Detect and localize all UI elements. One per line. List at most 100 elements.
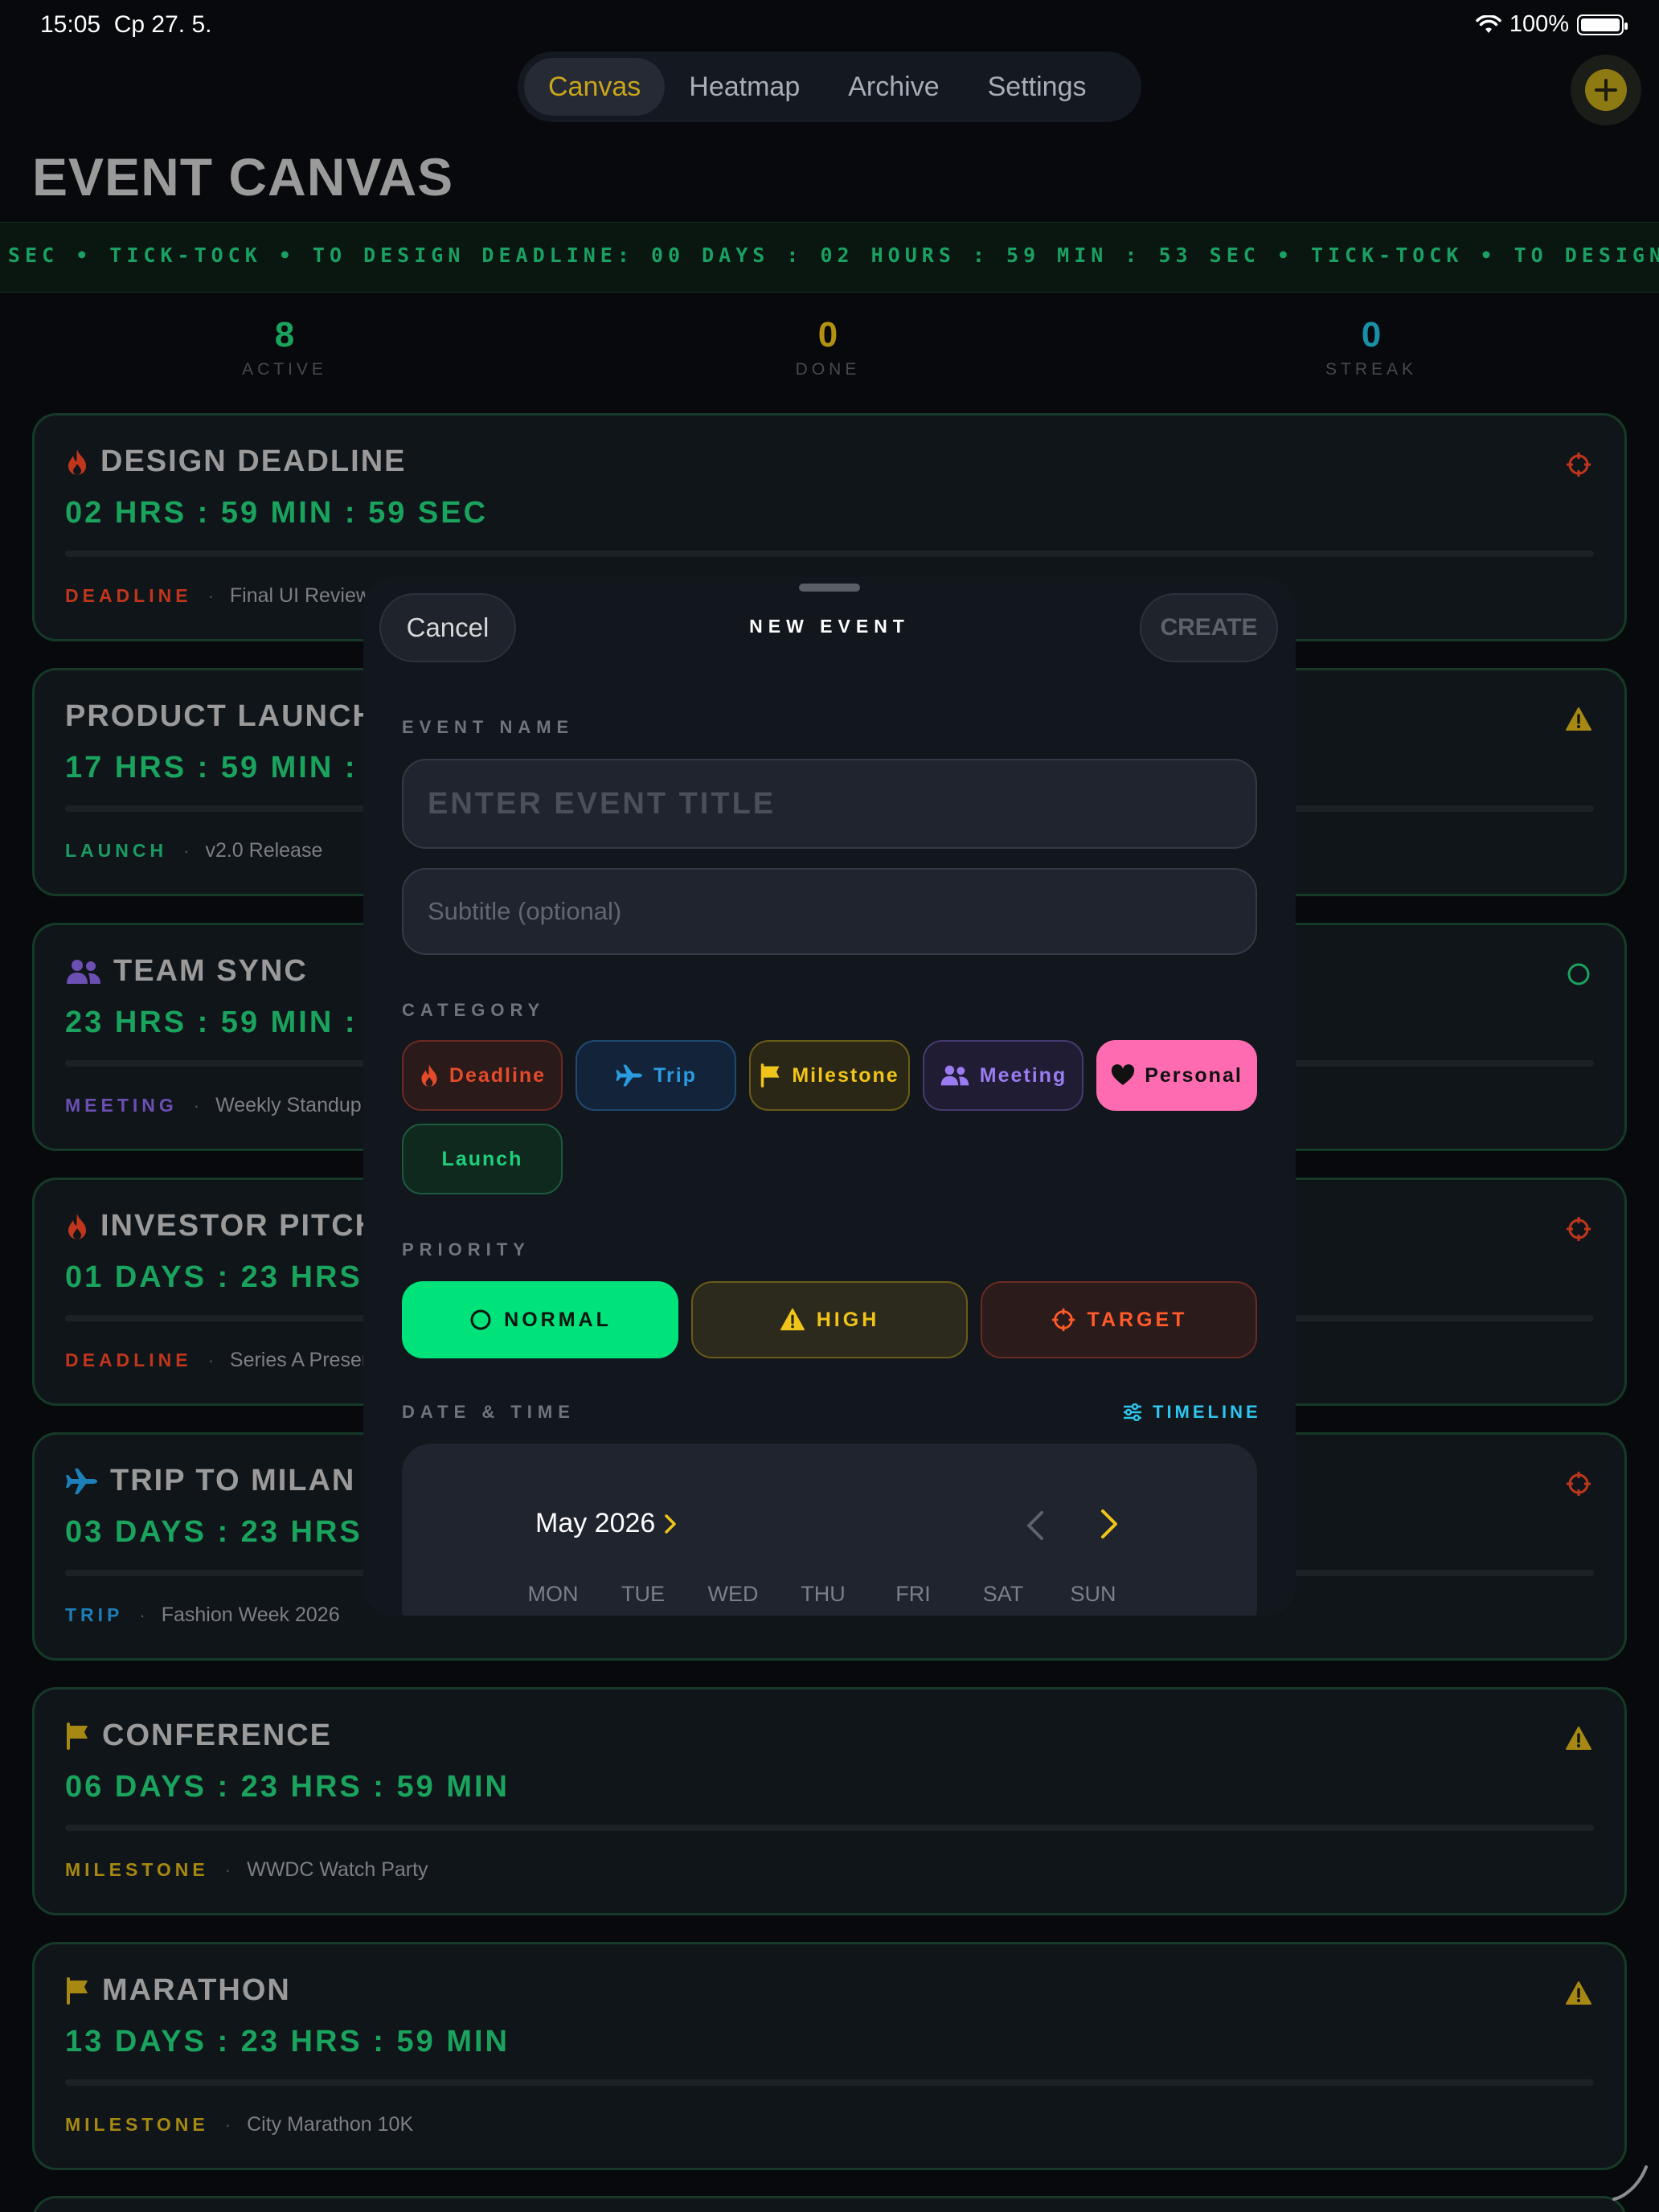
chip-label: Trip: [653, 1063, 697, 1087]
target-icon: [1051, 1308, 1075, 1332]
people-icon: [67, 959, 100, 984]
stat-active: 8 ACTIVE: [164, 315, 405, 379]
flag-icon: [761, 1063, 780, 1088]
stat-streak-value: 0: [1361, 315, 1382, 354]
event-title: CONFERENCE: [102, 1718, 333, 1752]
event-title-input[interactable]: ENTER EVENT TITLE: [402, 759, 1257, 849]
warning-icon: [780, 1308, 805, 1331]
event-category: MILESTONE: [65, 1859, 209, 1880]
countdown-ticker: SEC • TICK-TOCK • TO DESIGN DEADLINE: 00…: [0, 222, 1659, 293]
stat-done-value: 0: [817, 315, 838, 354]
event-subtitle-input[interactable]: Subtitle (optional): [402, 868, 1257, 955]
next-month-button[interactable]: [1098, 1508, 1120, 1544]
chip-label: Personal: [1145, 1063, 1243, 1087]
tab-canvas[interactable]: Canvas: [524, 58, 666, 116]
page-title: EVENT CANVAS: [32, 147, 454, 207]
month-selector[interactable]: May 2026: [535, 1508, 678, 1539]
event-category: MEETING: [65, 1095, 178, 1116]
event-card[interactable]: CONFERENCE 06 DAYS : 23 HRS : 59 MIN MIL…: [32, 1687, 1627, 1915]
event-name-label: EVENT NAME: [402, 717, 575, 737]
event-title: TRIP TO MILAN: [110, 1464, 356, 1497]
tab-heatmap[interactable]: Heatmap: [665, 58, 824, 116]
separator-dot: ·: [193, 1095, 200, 1116]
category-chip-deadline[interactable]: Deadline: [402, 1040, 563, 1111]
stat-streak-label: STREAK: [1325, 360, 1418, 379]
airplane-icon: [616, 1064, 642, 1087]
flag-icon: [67, 1722, 88, 1750]
weekday-label: SAT: [982, 1582, 1024, 1606]
event-subtitle: WWDC Watch Party: [247, 1858, 428, 1881]
flame-icon: [421, 1064, 437, 1087]
tab-archive[interactable]: Archive: [824, 58, 963, 116]
category-chip-trip[interactable]: Trip: [576, 1040, 736, 1111]
event-title: INVESTOR PITCH: [100, 1209, 379, 1243]
event-card[interactable]: MARATHON 13 DAYS : 23 HRS : 59 MIN MILES…: [32, 1942, 1627, 2170]
event-category: DEADLINE: [65, 1350, 192, 1370]
date-time-label: DATE & TIME: [402, 1402, 576, 1422]
priority-warning-icon: [1563, 1723, 1594, 1754]
battery-icon: [1577, 14, 1628, 35]
separator-dot: ·: [224, 2114, 231, 2135]
event-category: DEADLINE: [65, 585, 192, 606]
priority-label: PRIORITY: [402, 1239, 530, 1260]
stat-active-value: 8: [274, 315, 295, 354]
status-bar: 15:05 Cp 27. 5. 100%: [0, 0, 1659, 51]
category-chip-milestone[interactable]: Milestone: [749, 1040, 910, 1111]
priority-circle-icon: [1563, 959, 1594, 989]
event-subtitle: Weekly Standup: [215, 1094, 362, 1116]
top-tab-bar: Canvas Heatmap Archive Settings: [518, 51, 1141, 122]
priority-warning-icon: [1563, 704, 1594, 735]
chip-label: Milestone: [792, 1063, 899, 1087]
priority-warning-icon: [1563, 1978, 1594, 2009]
event-progress: [65, 2079, 1594, 2086]
event-subtitle: v2.0 Release: [205, 839, 323, 862]
stat-done: 0 DONE: [707, 315, 948, 379]
create-button[interactable]: CREATE: [1140, 593, 1278, 662]
event-subtitle: Final UI Review: [229, 584, 371, 607]
month-label: May 2026: [535, 1508, 656, 1538]
category-chip-meeting[interactable]: Meeting: [923, 1040, 1083, 1111]
priority-button-label: HIGH: [816, 1308, 880, 1331]
airplane-icon: [66, 1468, 97, 1494]
separator-dot: ·: [139, 1604, 145, 1625]
event-progress: [65, 1825, 1594, 1831]
plus-icon: [1595, 79, 1617, 101]
priority-button-label: TARGET: [1087, 1308, 1188, 1331]
event-subtitle: City Marathon 10K: [247, 2113, 414, 2136]
event-card-partial[interactable]: [32, 2196, 1627, 2212]
event-timer: 02 HRS : 59 MIN : 59 SEC: [65, 496, 489, 530]
battery-percent: 100%: [1509, 11, 1569, 37]
flame-icon: [68, 1213, 86, 1239]
weekday-label: SUN: [1070, 1582, 1116, 1606]
separator-dot: ·: [183, 840, 190, 861]
heart-icon: [1112, 1064, 1135, 1085]
new-event-sheet: Cancel NEW EVENT CREATE EVENT NAME ENTER…: [363, 577, 1296, 1616]
stat-streak: 0 STREAK: [1251, 315, 1492, 379]
weekday-label: THU: [801, 1582, 846, 1606]
previous-month-button[interactable]: [1024, 1509, 1047, 1546]
event-subtitle: Fashion Week 2026: [161, 1604, 340, 1626]
priority-target-icon: [1563, 1214, 1594, 1244]
circle-icon: [470, 1309, 491, 1330]
priority-normal-button[interactable]: NORMAL: [402, 1281, 678, 1358]
event-category: LAUNCH: [65, 840, 168, 861]
timeline-button[interactable]: TIMELINE: [1122, 1402, 1261, 1423]
priority-target-button[interactable]: TARGET: [981, 1281, 1257, 1358]
weekday-label: TUE: [621, 1582, 665, 1606]
event-category: TRIP: [65, 1604, 124, 1625]
event-timer: 06 DAYS : 23 HRS : 59 MIN: [65, 1770, 510, 1804]
flame-icon: [68, 449, 86, 475]
resize-handle-icon[interactable]: [1606, 2159, 1651, 2204]
event-timer: 13 DAYS : 23 HRS : 59 MIN: [65, 2025, 510, 2058]
category-label: CATEGORY: [402, 1000, 546, 1020]
event-title: DESIGN DEADLINE: [100, 444, 407, 478]
tab-settings[interactable]: Settings: [964, 58, 1111, 116]
weekday-label: WED: [707, 1582, 759, 1606]
category-chip-personal[interactable]: Personal: [1096, 1040, 1257, 1111]
add-event-button[interactable]: [1571, 55, 1641, 125]
chevron-left-icon: [1027, 1511, 1043, 1540]
sheet-grabber[interactable]: [799, 584, 860, 592]
category-chip-launch[interactable]: Launch: [402, 1124, 563, 1194]
chip-label: Launch: [441, 1147, 523, 1170]
priority-high-button[interactable]: HIGH: [691, 1281, 968, 1358]
